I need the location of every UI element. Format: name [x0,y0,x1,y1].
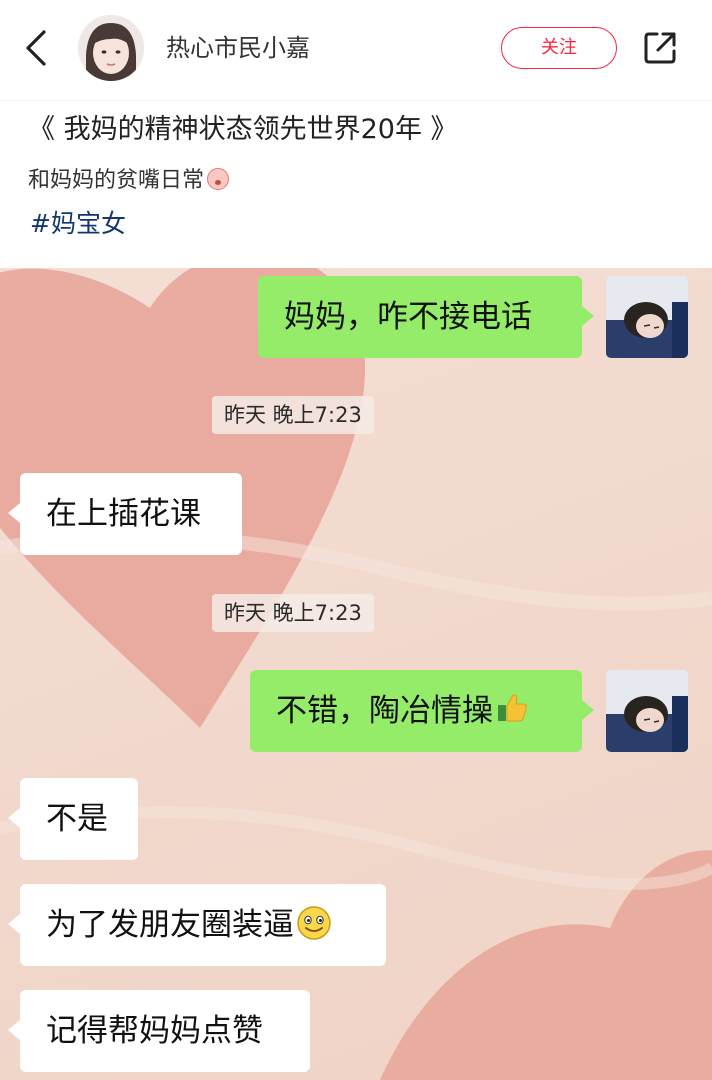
note-title: 《 我妈的精神状态领先世界20年 》 [28,114,458,145]
message-text: 在上插花课 [46,496,201,532]
follow-button[interactable]: 关注 [501,27,617,69]
sent-message-bubble: 妈妈，咋不接电话 [258,276,594,358]
message-text: 记得帮妈妈点赞 [46,1013,263,1049]
received-message-bubble: 不是 [8,778,138,860]
user-avatar-image [606,670,688,752]
top-bar: 热心市民小嘉 关注 [0,0,712,98]
time-stamp: 昨天 晚上7:23 [212,594,374,632]
chevron-left-icon [26,30,46,66]
user-avatar-image [606,276,688,358]
message-text: 不错，陶冶情操 [276,693,493,729]
share-icon [644,32,676,64]
time-stamp: 昨天 晚上7:23 [212,396,374,434]
thumbs-up-emoji [498,694,527,722]
message-text: 不是 [46,801,108,837]
note-description-text: 和妈妈的贫嘴日常 [28,168,205,193]
user-avatar [606,670,688,752]
smile-emoji [297,906,331,940]
chat-screenshot-image[interactable]: 妈妈，咋不接电话 昨天 晚上7:23 在上插花课 昨天 晚上7:23 不错，陶冶… [0,268,712,1080]
author-name[interactable]: 热心市民小嘉 [166,30,310,66]
share-button[interactable] [640,28,680,68]
sent-message-bubble: 不错，陶冶情操 [250,670,594,752]
note-description: 和妈妈的贫嘴日常 [28,163,230,199]
crying-face-emoji [207,168,230,190]
message-text: 为了发朋友圈装逼 [46,907,294,943]
note-detail-page: 热心市民小嘉 关注 《 我妈的精神状态领先世界20年 》 和妈妈的贫嘴日常 #妈… [0,0,712,1080]
author-avatar-image [78,15,144,81]
received-message-bubble: 为了发朋友圈装逼 [8,884,386,966]
received-message-bubble: 在上插花课 [8,473,242,555]
message-text: 妈妈，咋不接电话 [284,299,532,335]
header-divider [0,100,712,101]
back-button[interactable] [18,24,58,72]
user-avatar [606,276,688,358]
author-avatar[interactable] [78,15,144,81]
hashtag-link[interactable]: #妈宝女 [30,205,126,243]
received-message-bubble: 记得帮妈妈点赞 [8,990,310,1072]
